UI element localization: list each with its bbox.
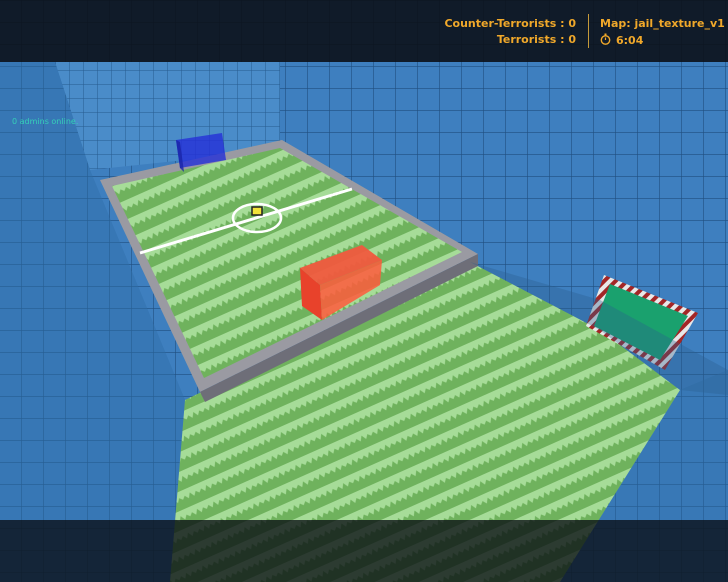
- player-sprite: [251, 206, 263, 216]
- timer-value: 6:04: [616, 34, 644, 47]
- t-score: Terrorists : 0: [496, 33, 576, 46]
- map-name: Map: jail_texture_v1: [600, 17, 725, 30]
- hud-bottom-bar: [0, 520, 728, 582]
- stopwatch-icon: [600, 33, 611, 48]
- round-timer: 6:04: [600, 33, 643, 48]
- hud-top-bar: [0, 0, 728, 62]
- game-viewport: [0, 0, 728, 582]
- chat-admins-message: 0 admins online.: [12, 117, 79, 126]
- ct-score: Counter-Terrorists : 0: [444, 17, 576, 30]
- hud-divider: [588, 14, 589, 48]
